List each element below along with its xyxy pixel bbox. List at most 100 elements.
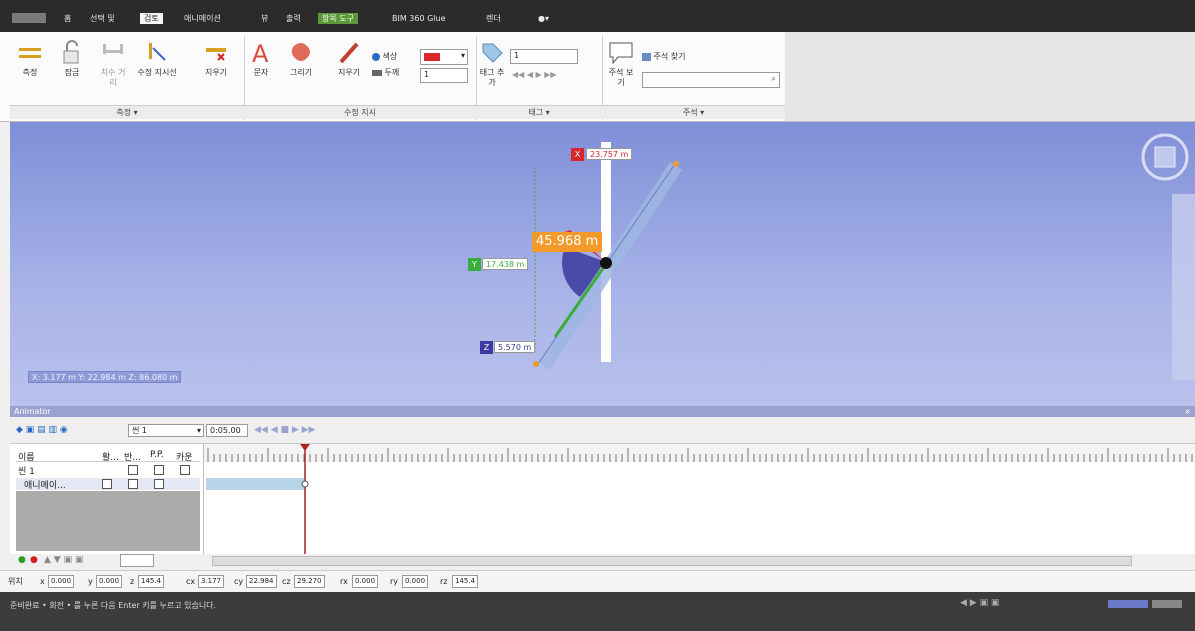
measure-icon (19, 48, 41, 58)
column-name: 이름 (18, 453, 35, 463)
animator-tool-icons[interactable]: ◆ ▣ ▤ ▥ ◉ (16, 425, 68, 435)
rx-field[interactable]: 0.000 (352, 575, 379, 588)
tab-review[interactable]: 검토 (140, 13, 163, 24)
cy-field[interactable]: 22.984 (246, 575, 277, 588)
y-field[interactable]: 0.000 (96, 575, 123, 588)
column-pp: P.P. (150, 450, 164, 460)
lock-button[interactable]: 잠금 (58, 40, 86, 78)
pp-checkbox[interactable] (154, 479, 164, 489)
y-axis-tag: Y (468, 258, 481, 271)
navigation-bar[interactable] (1172, 194, 1195, 380)
animator-title-bar: Animator × (10, 406, 1195, 417)
thickness-input[interactable]: 1 (420, 68, 468, 83)
keyframe-marker[interactable] (301, 480, 309, 488)
time-input[interactable]: 0:05.00 (206, 424, 248, 437)
measure-end-point[interactable] (673, 161, 679, 167)
tag-number-input[interactable]: 1 (510, 49, 578, 64)
redline-clear-button[interactable]: 지우기 (334, 40, 364, 78)
tab-output[interactable]: 출력 (282, 13, 305, 24)
pen-icon (339, 42, 359, 64)
column-count: 카운 (176, 453, 193, 463)
chevron-down-icon: ▾ (460, 51, 465, 60)
dimension-distance-button[interactable]: 치수 거리 (98, 40, 128, 88)
tab-select[interactable]: 선택 및 (86, 13, 119, 24)
edit-leader-button[interactable]: 수정 지시선 (135, 40, 179, 78)
tab-home[interactable]: 홈 (60, 13, 75, 24)
draw-button[interactable]: 그리기 (286, 40, 316, 78)
cx-field[interactable]: 3.177 (198, 575, 225, 588)
tag-nav-buttons[interactable]: ◀◀ ◀ ▶ ▶▶ (512, 70, 598, 80)
svg-text:A: A (252, 40, 269, 66)
rz-field[interactable]: 145.4 (452, 575, 479, 588)
animator-timeline[interactable] (204, 444, 1195, 554)
x-distance-label: 23.757 m (586, 148, 633, 160)
color-dropdown[interactable]: ▾ (420, 49, 468, 65)
ribbon-empty-area (785, 32, 1195, 122)
pole-object (601, 142, 611, 362)
tab-view[interactable]: 뷰 (257, 13, 272, 24)
view-cube-face[interactable] (1154, 146, 1176, 168)
measure-start-point[interactable] (533, 361, 539, 367)
animator-bottom-toolbar: ● ● ▲ ▼ ▣ ▣ (10, 554, 1195, 568)
scene-select[interactable]: 씬 1 ▾ (128, 424, 204, 437)
measure-panel-label[interactable]: 측정 ▾ (10, 105, 244, 119)
measure-pivot-point[interactable] (600, 257, 612, 269)
find-comments-label[interactable]: 주석 찾기 (642, 52, 712, 62)
view-comments-button[interactable]: 주석 보기 (606, 40, 636, 88)
tab-item-tools[interactable]: 항목 도구 (318, 13, 358, 24)
x-field[interactable]: 0.000 (48, 575, 75, 588)
close-icon[interactable]: × (1184, 406, 1191, 417)
speech-bubble-icon (609, 42, 633, 65)
tab-animation[interactable]: 애니메이션 (180, 13, 225, 24)
find-icon (642, 52, 651, 61)
thickness-label: 두께 (372, 68, 418, 78)
options-dropdown-icon[interactable]: ●▾ (534, 13, 553, 24)
animation-bar[interactable] (206, 478, 305, 490)
tab-render[interactable]: 렌더 (482, 13, 505, 24)
add-tag-button[interactable]: 태그 추가 (478, 40, 506, 88)
horizontal-scrollbar[interactable] (212, 556, 1132, 566)
z-field[interactable]: 145.4 (138, 575, 165, 588)
find-comments-input[interactable]: ⌕ (642, 72, 780, 88)
position-label: 위치 (8, 577, 23, 586)
redline-panel-label[interactable]: 수정 지시 (244, 105, 476, 119)
active-checkbox[interactable] (102, 479, 112, 489)
thickness-icon (372, 69, 382, 76)
transform-bar: 위치 x 0.000 y 0.000 z 145.4 cx 3.177 cy 2… (0, 570, 1195, 592)
leader-icon (149, 43, 166, 61)
measure-clear-button[interactable]: 지우기 (198, 40, 234, 78)
tag-icon (482, 43, 503, 63)
ry-field[interactable]: 0.000 (402, 575, 429, 588)
z-distance-label: 5.570 m (494, 341, 536, 353)
timeline-ruler (204, 444, 1195, 554)
dimension-icon (103, 44, 123, 54)
status-nav-icons[interactable]: ◀ ▶ ▣ ▣ (960, 598, 999, 608)
eraser-icon (206, 48, 226, 61)
zoom-input[interactable] (120, 554, 154, 567)
tree-row[interactable]: 애니메이... (16, 478, 200, 491)
repeat-checkbox[interactable] (128, 465, 138, 475)
measure-button[interactable]: 측정 (16, 40, 44, 78)
tags-panel-label[interactable]: 태그 ▾ (476, 105, 602, 119)
viewport-scene (533, 133, 1195, 380)
color-wheel-icon (372, 52, 380, 61)
text-button[interactable]: A 문자 (248, 40, 274, 78)
add-icon[interactable]: ● (18, 555, 26, 565)
playback-controls[interactable]: ◀◀ ◀ ■ ▶ ▶▶ (254, 425, 315, 435)
tree-empty-area (16, 491, 200, 551)
count-checkbox[interactable] (180, 465, 190, 475)
cz-field[interactable]: 29.270 (294, 575, 325, 588)
repeat-checkbox[interactable] (128, 479, 138, 489)
tab-bim360[interactable]: BIM 360 Glue (388, 13, 450, 24)
pp-checkbox[interactable] (154, 465, 164, 475)
app-logo[interactable] (12, 13, 46, 23)
binoculars-icon: ⌕ (771, 74, 776, 83)
delete-icon[interactable]: ● (30, 555, 38, 565)
distance-label: 45.968 m (532, 232, 603, 252)
tree-row[interactable]: 씬 1 (16, 464, 200, 477)
move-icons[interactable]: ▲ ▼ ▣ ▣ (44, 555, 83, 565)
chevron-down-icon: ▾ (196, 426, 201, 435)
cursor-coordinates: X: 3.177 m Y: 22.984 m Z: 86.080 m (28, 371, 182, 383)
3d-viewport[interactable]: X 23.757 m 45.968 m Y 17.438 m Z 5.570 m… (10, 122, 1195, 406)
comments-panel-label[interactable]: 주석 ▾ (602, 105, 785, 119)
